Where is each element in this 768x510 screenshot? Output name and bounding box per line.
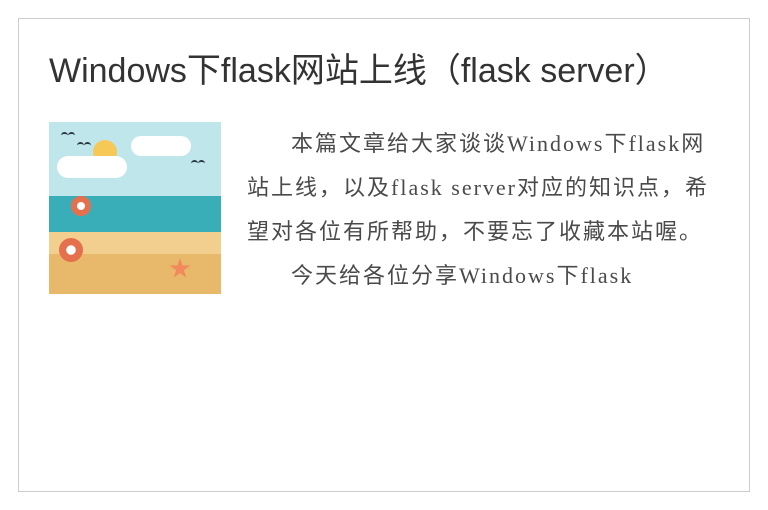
beach-illustration bbox=[49, 122, 221, 294]
article-body: 本篇文章给大家谈谈Windows下flask网站上线，以及flask serve… bbox=[247, 122, 719, 298]
float-ring-icon bbox=[59, 238, 83, 262]
article-title: Windows下flask网站上线（flask server） bbox=[49, 45, 719, 98]
cloud-icon bbox=[131, 136, 191, 156]
article-paragraph: 本篇文章给大家谈谈Windows下flask网站上线，以及flask serve… bbox=[247, 122, 719, 254]
article-thumbnail bbox=[49, 122, 221, 294]
bird-icon bbox=[61, 132, 75, 140]
article-paragraph: 今天给各位分享Windows下flask bbox=[247, 254, 719, 298]
article-card: Windows下flask网站上线（flask server） 本篇文章给大家谈… bbox=[18, 18, 750, 492]
float-ring-icon bbox=[71, 196, 91, 216]
bird-icon bbox=[77, 142, 91, 150]
article-content-row: 本篇文章给大家谈谈Windows下flask网站上线，以及flask serve… bbox=[49, 122, 719, 298]
bird-icon bbox=[191, 160, 205, 168]
cloud-icon bbox=[57, 156, 127, 178]
